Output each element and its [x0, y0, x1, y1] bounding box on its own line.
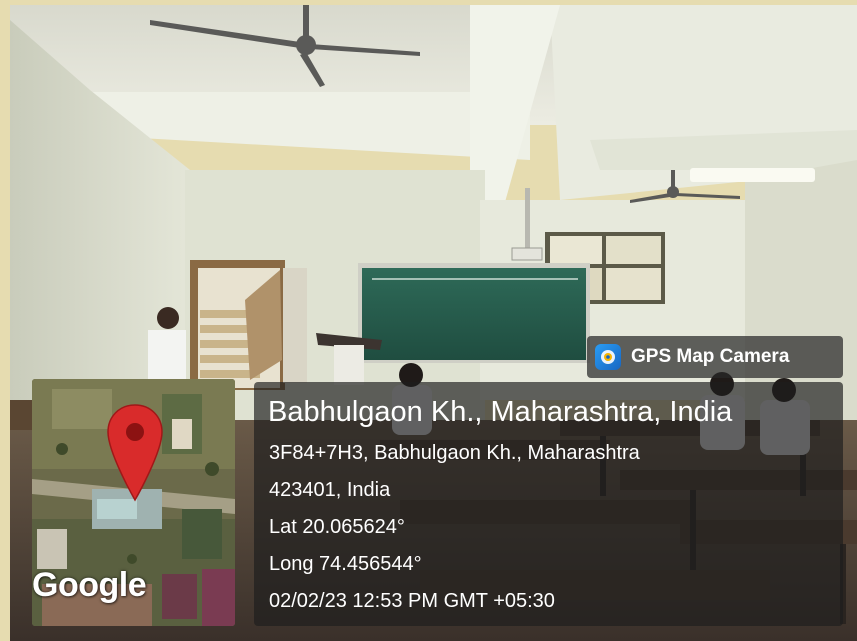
location-info-panel: Babhulgaon Kh., Maharashtra, India 3F84+… — [254, 382, 843, 626]
gps-map-camera-badge: GPS Map Camera — [587, 336, 843, 378]
badge-label: GPS Map Camera — [631, 346, 790, 367]
address-line-2: 423401, India — [269, 479, 391, 501]
datetime: 02/02/23 12:53 PM GMT +05:30 — [269, 590, 555, 612]
address-line-1: 3F84+7H3, Babhulgaon Kh., Maharashtra — [269, 442, 640, 464]
location-pin-icon — [107, 404, 163, 502]
longitude: Long 74.456544° — [269, 553, 422, 575]
latitude: Lat 20.065624° — [269, 516, 405, 538]
location-title: Babhulgaon Kh., Maharashtra, India — [268, 396, 733, 428]
gps-map-camera-icon — [595, 344, 621, 370]
google-logo: Google — [32, 566, 147, 604]
